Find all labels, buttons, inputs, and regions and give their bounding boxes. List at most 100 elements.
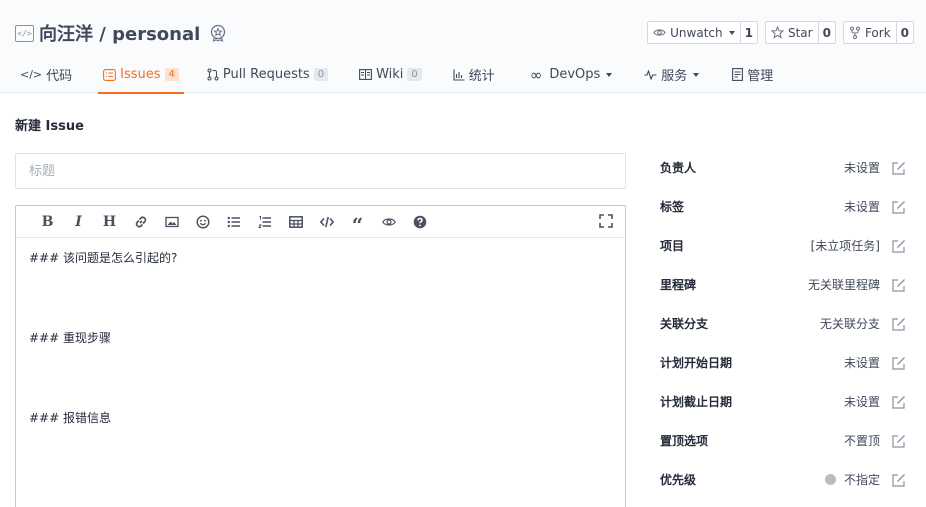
pull-request-icon <box>207 68 219 81</box>
chevron-down-icon <box>693 72 700 77</box>
repo-name[interactable]: 向汪洋 / personal <box>39 20 200 46</box>
edit-icon[interactable] <box>892 278 906 292</box>
edit-icon[interactable] <box>892 239 906 253</box>
infinity-icon: ∞ <box>529 65 543 84</box>
emoji-icon[interactable] <box>187 212 218 232</box>
assignee-row: 负责人 未设置 <box>660 148 908 187</box>
branch-label: 关联分支 <box>660 317 709 331</box>
quote-icon[interactable]: “ <box>342 212 373 235</box>
start-date-label: 计划开始日期 <box>660 356 733 370</box>
chart-icon <box>453 69 465 81</box>
tab-devops[interactable]: ∞ DevOps <box>529 56 613 93</box>
assignee-label: 负责人 <box>660 161 697 175</box>
fork-button[interactable]: Fork 0 <box>842 21 914 44</box>
repo-code-icon: </> <box>15 24 34 42</box>
due-date-row: 计划截止日期 未设置 <box>660 382 908 421</box>
milestone-label: 里程碑 <box>660 278 697 292</box>
repo-actions: Unwatch 1 Star 0 Fork 0 <box>647 21 914 44</box>
star-label: Star <box>787 25 813 40</box>
repo-title-bar: </> 向汪洋 / personal <box>15 20 227 46</box>
labels-label: 标签 <box>660 200 685 214</box>
edit-icon[interactable] <box>892 434 906 448</box>
watch-button[interactable]: Unwatch 1 <box>647 21 758 44</box>
tab-devops-label: DevOps <box>549 67 601 82</box>
help-icon[interactable] <box>404 212 435 232</box>
document-icon <box>732 68 744 81</box>
image-icon[interactable] <box>156 212 187 232</box>
edit-icon[interactable] <box>892 356 906 370</box>
priority-label: 优先级 <box>660 473 697 487</box>
edit-icon[interactable] <box>892 317 906 331</box>
issue-icon <box>103 68 117 81</box>
star-button[interactable]: Star 0 <box>764 21 836 44</box>
tab-code[interactable]: </> 代码 <box>20 56 72 93</box>
chevron-down-icon <box>606 72 613 77</box>
tab-code-label: 代码 <box>46 69 73 84</box>
editor-line: ### 重现步骤 <box>29 331 111 345</box>
tab-stats[interactable]: 统计 <box>453 56 495 93</box>
tab-admin[interactable]: 管理 <box>732 56 773 93</box>
tab-pull-requests[interactable]: Pull Requests 0 <box>207 56 329 93</box>
badge-icon[interactable] <box>209 24 227 42</box>
watch-count[interactable]: 1 <box>741 22 757 43</box>
tab-admin-label: 管理 <box>747 69 774 84</box>
italic-icon[interactable]: I <box>63 212 94 232</box>
bullet-list-icon[interactable] <box>218 212 249 232</box>
fork-label: Fork <box>864 25 891 40</box>
code-block-icon[interactable] <box>311 212 342 232</box>
edit-icon[interactable] <box>892 200 906 214</box>
project-row: 项目 [未立项任务] <box>660 226 908 265</box>
editor-content[interactable]: ### 该问题是怎么引起的? ### 重现步骤 ### 报错信息 <box>16 238 625 438</box>
milestone-value: 无关联里程碑 <box>807 278 880 292</box>
branch-value: 无关联分支 <box>819 317 880 331</box>
edit-icon[interactable] <box>892 473 906 487</box>
edit-icon[interactable] <box>892 395 906 409</box>
fullscreen-icon[interactable] <box>599 214 613 228</box>
markdown-editor[interactable]: B I H “ ### 该问题是怎么引起的? ### 重现步骤 ### 报错信息 <box>15 205 626 507</box>
preview-eye-icon[interactable] <box>373 212 404 232</box>
numbered-list-icon[interactable] <box>249 212 280 232</box>
due-date-label: 计划截止日期 <box>660 395 733 409</box>
pin-row: 置顶选项 不置顶 <box>660 421 908 460</box>
tab-services-label: 服务 <box>661 69 688 84</box>
star-count[interactable]: 0 <box>819 22 835 43</box>
editor-line: ### 报错信息 <box>29 411 111 425</box>
tab-stats-label: 统计 <box>468 69 495 84</box>
editor-line: ### 该问题是怎么引起的? <box>29 251 178 265</box>
heading-icon[interactable]: H <box>94 212 125 232</box>
tab-wiki-count: 0 <box>407 68 422 81</box>
fork-count[interactable]: 0 <box>897 22 913 43</box>
start-date-row: 计划开始日期 未设置 <box>660 343 908 382</box>
start-date-value: 未设置 <box>843 356 880 370</box>
priority-dot <box>824 474 836 485</box>
priority-value-wrap: 不指定 <box>824 471 880 488</box>
tab-pull-requests-label: Pull Requests <box>222 67 310 82</box>
link-icon[interactable] <box>125 212 156 232</box>
project-label: 项目 <box>660 239 685 253</box>
watch-label: Unwatch <box>670 25 723 40</box>
tab-services[interactable]: 服务 <box>644 56 700 93</box>
star-icon <box>770 26 784 39</box>
pulse-icon <box>644 69 657 80</box>
edit-icon[interactable] <box>892 161 906 175</box>
issue-sidebar: 负责人 未设置 标签 未设置 项目 [未立项任务] 里程碑 无关联里程碑 关联分… <box>660 148 908 499</box>
pin-value: 不置顶 <box>843 434 880 448</box>
labels-row: 标签 未设置 <box>660 187 908 226</box>
bold-icon[interactable]: B <box>32 212 63 232</box>
priority-row: 优先级 不指定 <box>660 460 908 499</box>
milestone-row: 里程碑 无关联里程碑 <box>660 265 908 304</box>
tab-pull-requests-count: 0 <box>313 68 329 81</box>
branch-row: 关联分支 无关联分支 <box>660 304 908 343</box>
assignee-value: 未设置 <box>843 161 880 175</box>
tab-wiki[interactable]: Wiki 0 <box>359 56 422 93</box>
pin-label: 置顶选项 <box>660 434 709 448</box>
issue-title-input[interactable] <box>15 153 626 189</box>
tab-issues[interactable]: Issues 4 <box>98 56 184 94</box>
page-title: 新建 Issue <box>15 119 84 134</box>
code-icon: </> <box>20 68 43 81</box>
table-icon[interactable] <box>280 212 311 232</box>
project-value: [未立项任务] <box>810 239 880 253</box>
labels-value: 未设置 <box>843 200 880 214</box>
tab-wiki-label: Wiki <box>376 67 404 82</box>
due-date-value: 未设置 <box>843 395 880 409</box>
